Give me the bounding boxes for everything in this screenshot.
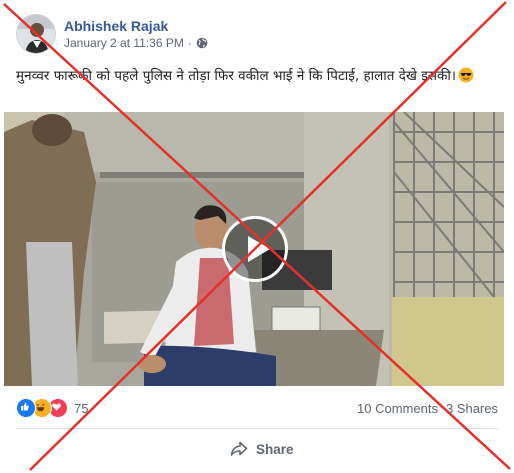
post-caption: मुनव्वर फारूकी को पहले पुलिस ने तोड़ा फि… — [16, 66, 500, 86]
globe-icon[interactable] — [196, 37, 208, 49]
share-button[interactable]: Share — [230, 436, 294, 462]
play-icon[interactable] — [222, 216, 288, 282]
facebook-post: Abhishek Rajak January 2 at 11:36 PM · म… — [0, 0, 514, 473]
stats-divider — [16, 428, 498, 429]
avatar-image — [17, 15, 55, 53]
like-icon — [16, 398, 36, 418]
caption-text: मुनव्वर फारूकी को पहले पुलिस ने तोड़ा फि… — [16, 68, 457, 84]
shares-count-link[interactable]: 3 Shares — [446, 401, 498, 416]
post-meta: Abhishek Rajak January 2 at 11:36 PM · — [64, 17, 208, 51]
share-button-label: Share — [256, 441, 294, 457]
post-timestamp[interactable]: January 2 at 11:36 PM — [64, 35, 184, 51]
meta-separator: · — [187, 36, 192, 50]
sunglasses-emoji-icon — [458, 67, 474, 83]
post-header: Abhishek Rajak January 2 at 11:36 PM · — [16, 12, 208, 56]
avatar[interactable] — [16, 14, 56, 54]
reaction-icons — [16, 398, 68, 418]
post-stats: 75 10 Comments 3 Shares — [16, 396, 498, 420]
reactions-summary[interactable]: 75 — [16, 398, 88, 418]
comments-count-link[interactable]: 10 Comments — [357, 401, 438, 416]
reaction-count: 75 — [74, 400, 89, 416]
engagement-counts: 10 Comments 3 Shares — [357, 401, 498, 416]
video-player[interactable] — [4, 112, 504, 386]
share-arrow-icon — [230, 441, 248, 456]
author-name[interactable]: Abhishek Rajak — [64, 17, 208, 35]
post-timeline: January 2 at 11:36 PM · — [64, 35, 208, 51]
